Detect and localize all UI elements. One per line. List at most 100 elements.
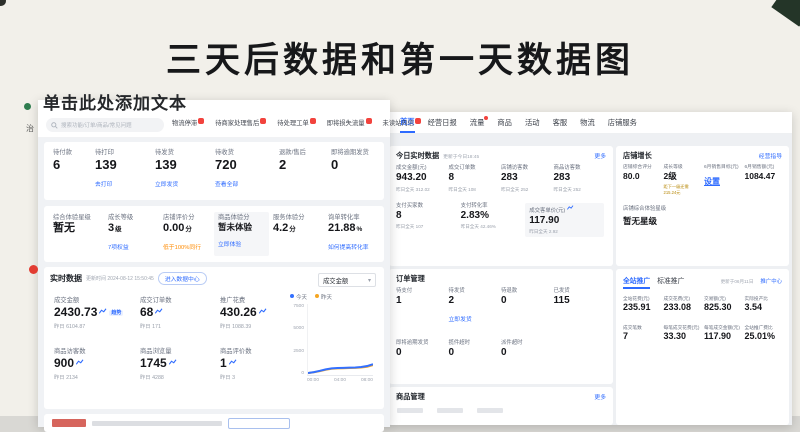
stat-label: 待发货: [155, 149, 215, 157]
left-topbar-menu: 物流停滞 待商家处理售后 待处理工单 即将损失流量 未读站内信: [172, 118, 386, 127]
below-peers-link[interactable]: 低于100%同行: [163, 242, 201, 251]
go-print-link[interactable]: 去打印: [95, 179, 112, 188]
x-tick: 00:00: [307, 378, 319, 383]
stat-service-score: 服务体验分 4.2分: [269, 212, 324, 256]
stat-value: 3.54: [745, 302, 783, 313]
more-link[interactable]: 更多: [594, 392, 606, 401]
stat-value: 139: [95, 157, 155, 173]
metric-select[interactable]: 成交金额 ▾: [318, 273, 376, 287]
x-tick: 04:00: [334, 378, 346, 383]
view-all-link[interactable]: 查看全部: [215, 179, 238, 188]
stat-value: 900: [54, 356, 140, 371]
card-title: 订单管理: [396, 274, 425, 284]
stat-label: 成交订单数: [449, 165, 502, 172]
stat-amount-per-deal: 每笔成交金额(元) 117.90: [704, 325, 742, 342]
stat-label: 商品体验分: [218, 214, 265, 222]
trend-tag[interactable]: 趋势: [109, 310, 123, 316]
tab-daily-report[interactable]: 经营日报: [428, 114, 457, 132]
stat-to-receive: 待收货 720 查看全部: [215, 149, 279, 193]
stat-overdue-shipping: 即将逾期发货 0: [331, 149, 387, 193]
menu-item-logistics-stalled[interactable]: 物流停滞: [172, 118, 204, 127]
tab-logistics[interactable]: 物流: [580, 114, 595, 132]
stat-label: 店铺评价分: [163, 214, 210, 222]
notification-badge: [415, 118, 421, 124]
data-center-button[interactable]: 进入数据中心: [158, 272, 207, 285]
legend-dot-yesterday: [315, 294, 319, 298]
stat-label: 成长等级: [108, 214, 155, 222]
stat-value: 2级: [664, 171, 702, 182]
value-text: 68: [140, 305, 153, 319]
trend-icon[interactable]: [229, 359, 237, 365]
value-text: 1: [220, 356, 227, 370]
menu-item-label: 物流停滞: [172, 120, 197, 127]
menu-item-traffic-loss[interactable]: 即将损失流量: [327, 118, 372, 127]
trend-icon[interactable]: [259, 308, 267, 314]
more-link[interactable]: 更多: [594, 151, 606, 160]
cutoff-button[interactable]: [228, 418, 290, 429]
menu-item-workorder-pending[interactable]: 待处理工单: [277, 118, 315, 127]
ship-now-link[interactable]: 立即发货: [155, 179, 178, 188]
value-text: 3: [108, 222, 114, 234]
trend-icon[interactable]: [76, 359, 84, 365]
y-tick: 7500: [290, 304, 304, 309]
stat-value: 0: [501, 295, 554, 308]
stat-value: 1: [396, 295, 449, 308]
stat-label: 待退款: [501, 288, 554, 295]
menu-item-unread-messages[interactable]: 未读站内信: [383, 118, 421, 127]
stat-label: 已发货: [554, 288, 607, 295]
stat-monthly-sales: 6月销售额(元) 1084.47: [745, 165, 783, 196]
stat-label: 派件超时: [501, 340, 554, 347]
tab-shop-services[interactable]: 店铺服务: [608, 114, 637, 132]
tab-standard-promotion[interactable]: 标准推广: [657, 275, 684, 285]
value-unit: 级: [115, 226, 122, 233]
tab-activities[interactable]: 活动: [525, 114, 540, 132]
benefits-link[interactable]: 7项权益: [108, 242, 129, 251]
stat-value: 2430.73趋势: [54, 305, 140, 320]
stat-value: 25.01%: [745, 331, 783, 342]
legend-yesterday[interactable]: 昨天: [315, 293, 332, 301]
trend-icon[interactable]: [155, 308, 163, 314]
experience-now-link[interactable]: 立即体验: [218, 239, 241, 248]
realtime-title: 实时数据: [50, 273, 82, 284]
stat-value: 6: [53, 157, 95, 173]
x-tick: 08:00: [361, 378, 373, 383]
notification-badge: [260, 118, 266, 124]
improve-conversion-link[interactable]: 如何提高转化率: [328, 242, 369, 251]
tab-products[interactable]: 商品: [497, 114, 512, 132]
tab-traffic[interactable]: 流量: [470, 114, 485, 132]
stat-value: 943.20: [396, 172, 449, 185]
stat-value: 117.90: [529, 215, 600, 228]
store-growth-card: 店铺增长 经营指导 店铺综合评分 80.0 成长等级 2级 距下一级还需215.…: [616, 146, 789, 266]
stat-pending-payment: 待付款 6: [53, 149, 95, 193]
realtime-chart-svg: [307, 304, 373, 376]
stat-sales-target: 6月销售目标(元) 设置: [704, 165, 742, 196]
legend-today[interactable]: 今天: [290, 293, 307, 301]
right-dashboard-screenshot: 首页 经营日报 流量 商品 活动 客服 物流 店铺服务 今日实时数据 更新于今日…: [386, 112, 792, 425]
trend-icon[interactable]: [169, 359, 177, 365]
trend-icon[interactable]: [99, 308, 107, 314]
value-text: 0.00: [163, 222, 184, 234]
business-guide-link[interactable]: 经营指导: [759, 151, 782, 160]
stat-delivery-timeout: 派件超时 0: [501, 340, 554, 360]
value-text: 暂无: [53, 222, 75, 234]
stat-spend-per-deal: 每笔成交花费(元) 33.30: [664, 325, 702, 342]
stats-row: 支付买家数 8 昨日全天 107 支付转化率 2.83% 昨日全天 42.46%…: [389, 201, 613, 240]
notification-badge: [198, 118, 204, 124]
tab-full-site-promotion[interactable]: 全站推广: [623, 275, 650, 289]
search-input[interactable]: 搜索功能/订单/商品/常见问题: [46, 118, 164, 132]
stat-product-views: 商品浏览量 1745 昨日 4288: [140, 348, 220, 381]
promotion-center-link[interactable]: 推广中心: [760, 277, 782, 285]
stat-sub: 昨日 1088.39: [220, 322, 296, 330]
set-target-link[interactable]: 设置: [704, 177, 720, 186]
tab-customer-service[interactable]: 客服: [553, 114, 568, 132]
stat-growth-level: 成长等级 2级 距下一级还需215.24元: [664, 165, 702, 196]
stat-label: 商品评价数: [220, 348, 296, 356]
menu-item-label: 待商家处理售后: [215, 120, 259, 127]
stat-value: 0: [396, 347, 449, 360]
menu-item-aftersale-pending[interactable]: 待商家处理售后: [215, 118, 266, 127]
left-dashboard-screenshot: 单击此处添加文本 搜索功能/订单/商品/常见问题 物流停滞 待商家处理售后 待处…: [38, 100, 390, 427]
ship-now-link[interactable]: 立即发货: [449, 314, 472, 323]
background-text-fragment: 治: [26, 123, 34, 134]
stat-payment-conversion: 支付转化率 2.83% 昨日全天 42.46%: [461, 203, 526, 238]
stat-label: 待收货: [215, 149, 279, 157]
